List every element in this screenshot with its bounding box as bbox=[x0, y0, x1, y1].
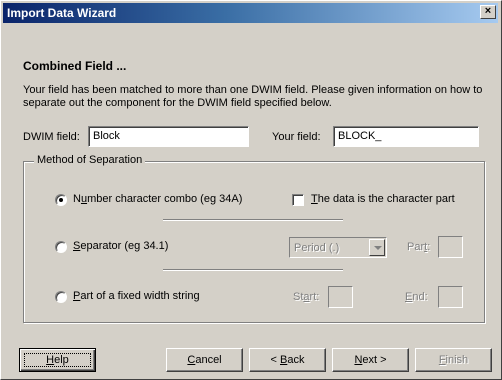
next-button[interactable]: Next > bbox=[332, 348, 409, 372]
character-part-label[interactable]: The data is the character part bbox=[311, 193, 455, 205]
close-button[interactable]: × bbox=[480, 5, 496, 19]
number-character-combo-radio[interactable] bbox=[55, 194, 67, 206]
character-part-checkbox[interactable] bbox=[292, 194, 304, 206]
separator-radio[interactable] bbox=[55, 241, 67, 253]
end-label: End: bbox=[405, 291, 428, 303]
end-input[interactable] bbox=[438, 286, 463, 308]
help-button-label: Help bbox=[46, 354, 69, 366]
separator-label[interactable]: Separator (eg 34.1) bbox=[73, 240, 168, 252]
fixed-width-label[interactable]: Part of a fixed width string bbox=[73, 290, 200, 302]
separator-type-value: Period (.) bbox=[294, 242, 340, 254]
start-input[interactable] bbox=[328, 286, 353, 308]
separator-line-2 bbox=[163, 269, 343, 271]
dwim-field-input[interactable]: Block bbox=[88, 126, 249, 147]
your-field-input[interactable]: BLOCK_ bbox=[333, 126, 479, 147]
finish-button[interactable]: Finish bbox=[415, 348, 492, 372]
part-input[interactable] bbox=[438, 236, 463, 258]
page-description: Your field has been matched to more than… bbox=[23, 84, 483, 109]
cancel-button[interactable]: Cancel bbox=[166, 348, 243, 372]
your-field-label: Your field: bbox=[272, 131, 321, 143]
title-bar: Import Data Wizard × bbox=[3, 3, 498, 23]
part-label: Part: bbox=[407, 241, 431, 253]
number-character-combo-label[interactable]: Number character combo (eg 34A) bbox=[73, 193, 242, 205]
chevron-down-icon[interactable] bbox=[369, 239, 385, 256]
window-title: Import Data Wizard bbox=[7, 6, 117, 20]
back-button[interactable]: < Back bbox=[249, 348, 326, 372]
start-label: Start: bbox=[293, 291, 320, 303]
import-data-wizard-window: Import Data Wizard × Combined Field ... … bbox=[0, 0, 502, 380]
method-of-separation-label: Method of Separation bbox=[34, 154, 146, 166]
page-heading: Combined Field ... bbox=[23, 59, 127, 73]
help-button[interactable]: Help bbox=[19, 348, 96, 372]
fixed-width-radio[interactable] bbox=[55, 291, 67, 303]
separator-line-1 bbox=[163, 219, 343, 221]
separator-type-select[interactable]: Period (.) bbox=[289, 237, 387, 258]
radio-selected-dot bbox=[59, 198, 63, 202]
dwim-field-label: DWIM field: bbox=[23, 131, 80, 143]
